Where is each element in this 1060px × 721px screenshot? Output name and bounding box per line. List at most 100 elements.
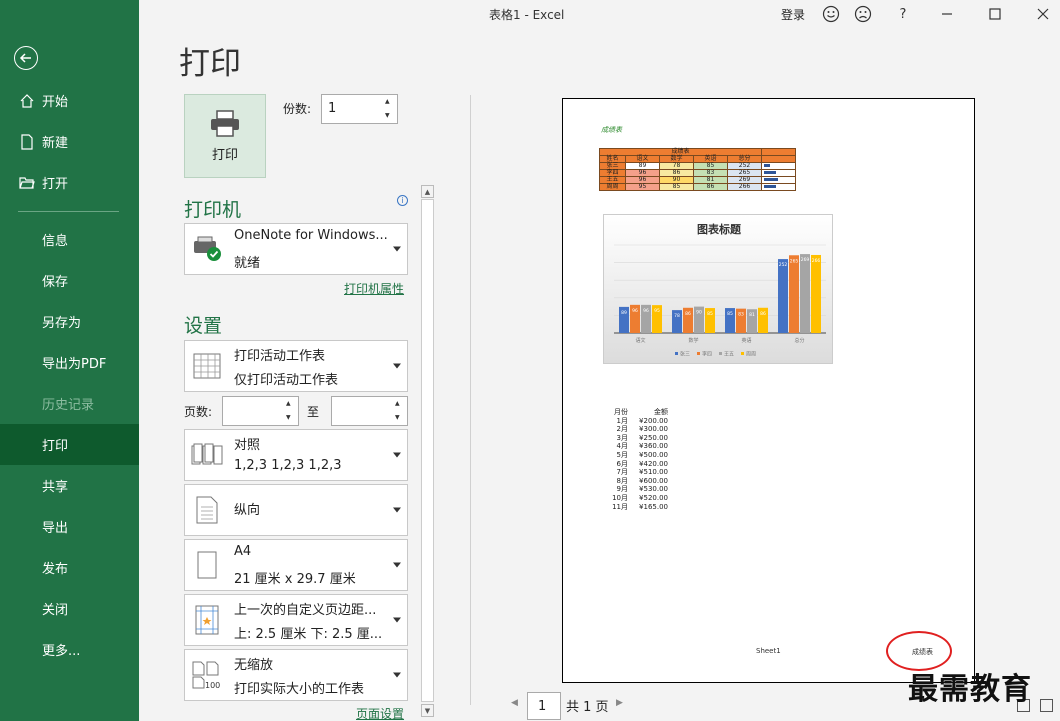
table-cell: 周周 xyxy=(599,183,626,191)
down-arrow-icon[interactable]: ▼ xyxy=(286,412,296,424)
data-label: 78 xyxy=(674,313,680,319)
scaling-dropdown[interactable]: 100 无缩放 打印实际大小的工作表 xyxy=(184,649,408,701)
pages-to-input[interactable]: ▲ ▼ xyxy=(331,396,408,426)
list-item: 5月 ¥500.00 xyxy=(610,451,668,460)
zoom-to-page-icon[interactable] xyxy=(1040,699,1053,712)
sidebar-item-export[interactable]: 导出 xyxy=(0,506,139,547)
copies-stepper[interactable]: 1 ▲ ▼ xyxy=(321,94,398,124)
margins-dropdown[interactable]: 上一次的自定义页边距... 上: 2.5 厘米 下: 2.5 厘... xyxy=(184,594,408,646)
pages-from-input[interactable]: ▲ ▼ xyxy=(222,396,299,426)
table-cell: 266 xyxy=(727,183,762,191)
page-setup-link[interactable]: 页面设置 xyxy=(356,705,404,721)
sidebar-item-open[interactable]: 打开 xyxy=(0,162,139,203)
orientation-title: 纵向 xyxy=(234,503,261,518)
up-arrow-icon[interactable]: ▲ xyxy=(395,398,405,410)
sidebar-item-home[interactable]: 开始 xyxy=(0,80,139,121)
collate-icon xyxy=(191,439,223,471)
table-cell: 86 xyxy=(693,183,728,191)
print-button-label: 打印 xyxy=(211,147,238,163)
sidebar-item-publish[interactable]: 发布 xyxy=(0,547,139,588)
maximize-icon[interactable] xyxy=(985,4,1005,24)
amount-cell: ¥600.00 xyxy=(639,476,668,485)
list-item: 11月 ¥165.00 xyxy=(610,503,668,512)
smile-icon[interactable] xyxy=(821,4,841,24)
sidebar-item-label: 关闭 xyxy=(42,603,69,618)
info-icon[interactable]: i xyxy=(397,195,408,206)
amount-cell: ¥360.00 xyxy=(639,442,668,451)
sidebar-item-print[interactable]: 打印 xyxy=(0,424,139,465)
frown-icon[interactable] xyxy=(853,4,873,24)
sidebar-item-label: 信息 xyxy=(42,234,69,249)
table-cell xyxy=(761,148,796,156)
amount-cell: ¥530.00 xyxy=(639,485,668,494)
home-icon xyxy=(18,92,36,110)
pages-label: 页数: xyxy=(184,405,213,419)
up-arrow-icon[interactable]: ▲ xyxy=(286,398,296,410)
orientation-dropdown[interactable]: 纵向 xyxy=(184,484,408,536)
grid-sheet-icon xyxy=(191,350,223,382)
new-file-icon xyxy=(18,133,36,151)
page-number-input[interactable]: 1 xyxy=(527,692,561,720)
preview-chart: 图表标题 89 96 96 95 语文 78 86 90 85 数学 85 83 81 86 英语 252 26… xyxy=(603,214,833,364)
sidebar-item-label: 更多... xyxy=(42,644,81,659)
sidebar-item-save[interactable]: 保存 xyxy=(0,260,139,301)
preview-footer-sheet: Sheet1 xyxy=(756,647,781,655)
printer-section-title: 打印机 xyxy=(184,199,242,221)
next-page-icon[interactable]: ▶ xyxy=(616,698,623,708)
chevron-down-icon xyxy=(393,246,401,252)
back-button[interactable] xyxy=(14,46,38,70)
amount-cell: ¥300.00 xyxy=(639,425,668,434)
sidebar-item-new[interactable]: 新建 xyxy=(0,121,139,162)
print-scope-dropdown[interactable]: 打印活动工作表 仅打印活动工作表 xyxy=(184,340,408,392)
sidebar-item-label: 导出为PDF xyxy=(42,357,107,372)
margins-title: 上一次的自定义页边距... xyxy=(234,603,377,618)
table-header-cell xyxy=(761,155,796,163)
down-arrow-icon[interactable]: ▼ xyxy=(395,412,405,424)
chart-bar xyxy=(800,254,810,333)
sidebar-item-more[interactable]: 更多... xyxy=(0,629,139,670)
sidebar-item-export-pdf[interactable]: 导出为PDF xyxy=(0,342,139,383)
print-scope-title: 打印活动工作表 xyxy=(234,349,326,364)
table-header-row: 姓名 语文 数学 英语 总分 xyxy=(599,155,796,163)
chart-bar xyxy=(778,259,788,333)
minimize-icon[interactable] xyxy=(937,4,957,24)
settings-scrollbar[interactable]: ▲ ▼ xyxy=(421,185,434,718)
prev-page-icon[interactable]: ◀ xyxy=(511,698,518,708)
sidebar-item-save-as[interactable]: 另存为 xyxy=(0,301,139,342)
printer-dropdown[interactable]: OneNote for Windows... 就绪 xyxy=(184,223,408,275)
amount-cell: ¥520.00 xyxy=(639,493,668,502)
close-icon[interactable] xyxy=(1033,4,1053,24)
paper-size-dropdown[interactable]: A4 21 厘米 x 29.7 厘米 xyxy=(184,539,408,591)
pane-divider xyxy=(470,95,471,705)
down-arrow-icon[interactable]: ▼ xyxy=(385,110,395,122)
help-button[interactable]: ? xyxy=(893,4,913,24)
table-row: 周周 95 85 86 266 xyxy=(599,183,796,191)
print-button[interactable]: 打印 xyxy=(184,94,266,178)
data-label: 85 xyxy=(727,311,733,317)
table-databar-cell xyxy=(761,169,796,177)
data-label: 86 xyxy=(685,311,691,317)
printer-ready-icon xyxy=(191,233,223,265)
page-total: 共 1 页 xyxy=(566,700,609,715)
sidebar-item-info[interactable]: 信息 xyxy=(0,219,139,260)
list-item: 2月 ¥300.00 xyxy=(610,425,668,434)
arrow-left-icon xyxy=(19,53,31,63)
databar xyxy=(764,171,776,174)
sidebar-item-label: 导出 xyxy=(42,521,69,536)
amount-cell: ¥250.00 xyxy=(639,433,668,442)
printer-properties-link[interactable]: 打印机属性 xyxy=(344,280,404,297)
settings-section-title: 设置 xyxy=(184,315,223,337)
collate-dropdown[interactable]: 对照 1,2,3 1,2,3 1,2,3 xyxy=(184,429,408,481)
scroll-down-icon[interactable]: ▼ xyxy=(421,704,434,717)
login-link[interactable]: 登录 xyxy=(781,6,805,23)
sidebar-item-share[interactable]: 共享 xyxy=(0,465,139,506)
scroll-up-icon[interactable]: ▲ xyxy=(421,185,434,198)
data-label: 81 xyxy=(749,312,755,318)
sidebar-item-label: 发布 xyxy=(42,562,69,577)
folder-open-icon xyxy=(18,174,36,192)
scrollbar-thumb[interactable] xyxy=(421,199,434,702)
sidebar-item-close[interactable]: 关闭 xyxy=(0,588,139,629)
up-arrow-icon[interactable]: ▲ xyxy=(385,96,395,108)
table-databar-cell xyxy=(761,176,796,184)
chart-bar xyxy=(789,255,799,333)
